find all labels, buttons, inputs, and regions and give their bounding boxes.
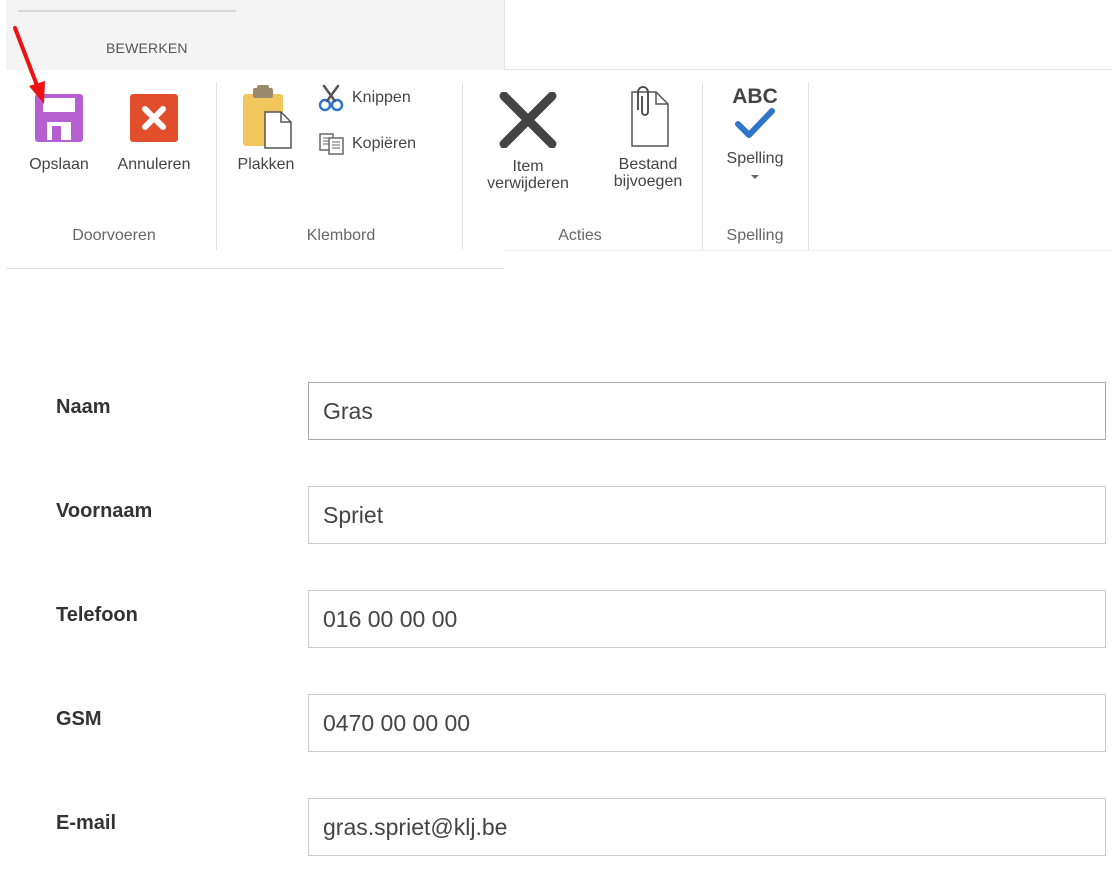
delete-item-line2: verwijderen [487, 175, 569, 192]
voornaam-label: Voornaam [56, 500, 153, 522]
attach-file-line1: Bestand [618, 156, 678, 173]
cut-label: Knippen [352, 89, 411, 106]
naam-input[interactable] [308, 382, 1106, 440]
annotation-arrow-icon [13, 26, 45, 104]
cut-button[interactable]: Knippen [318, 84, 411, 112]
group-separator [702, 82, 703, 250]
ribbon-tab-strip: BEWERKEN [6, 0, 505, 70]
save-label: Opslaan [29, 156, 89, 173]
chevron-down-icon [751, 175, 759, 179]
voornaam-input[interactable] [308, 486, 1106, 544]
form-row-email: E-mail [0, 798, 1112, 858]
email-label: E-mail [56, 812, 117, 834]
telefoon-label: Telefoon [56, 604, 138, 626]
attach-file-line2: bijvoegen [613, 173, 683, 190]
group-label-spelling: Spelling [726, 227, 784, 244]
delete-item-button[interactable]: Item verwijderen [470, 91, 586, 192]
gsm-label: GSM [56, 708, 102, 730]
ribbon: Opslaan Annuleren Doorvoeren Plakken Kni… [6, 70, 504, 269]
scissors-icon [318, 84, 344, 112]
paperclip-file-icon [631, 86, 669, 147]
gsm-input[interactable] [308, 694, 1106, 752]
cancel-button[interactable]: Annuleren [104, 92, 204, 173]
attach-file-button[interactable]: Bestand bijvoegen [602, 86, 694, 190]
form-row-naam: Naam [0, 382, 1112, 442]
copy-button[interactable]: Kopiëren [318, 132, 416, 156]
group-label-klembord: Klembord [306, 227, 376, 244]
email-input[interactable] [308, 798, 1106, 856]
big-x-icon [499, 91, 557, 149]
telefoon-input[interactable] [308, 590, 1106, 648]
paste-label: Plakken [237, 156, 295, 173]
tab-divider [18, 10, 236, 12]
copy-label: Kopiëren [352, 135, 417, 152]
spelling-button[interactable]: ABC Spelling [712, 86, 798, 184]
group-label-acties: Acties [558, 227, 602, 244]
cancel-label: Annuleren [117, 156, 191, 173]
copy-icon [319, 133, 344, 155]
close-x-icon [130, 94, 178, 142]
abc-check-icon: ABC [732, 85, 778, 108]
group-separator [462, 82, 463, 250]
form-row-gsm: GSM [0, 694, 1112, 754]
naam-label: Naam [56, 396, 111, 418]
delete-item-line1: Item [512, 158, 544, 175]
paste-button[interactable]: Plakken [228, 84, 304, 173]
form-row-voornaam: Voornaam [0, 486, 1112, 546]
tab-bewerken[interactable]: BEWERKEN [106, 40, 188, 56]
spelling-label: Spelling [726, 150, 784, 167]
spell-check-icon [735, 108, 775, 138]
clipboard-icon [243, 85, 292, 149]
form-row-telefoon: Telefoon [0, 590, 1112, 650]
ribbon-extension: Item verwijderen Bestand bijvoegen Actie… [487, 70, 1112, 251]
group-label-doorvoeren: Doorvoeren [72, 227, 156, 244]
group-separator [216, 82, 217, 250]
group-separator [808, 82, 809, 250]
